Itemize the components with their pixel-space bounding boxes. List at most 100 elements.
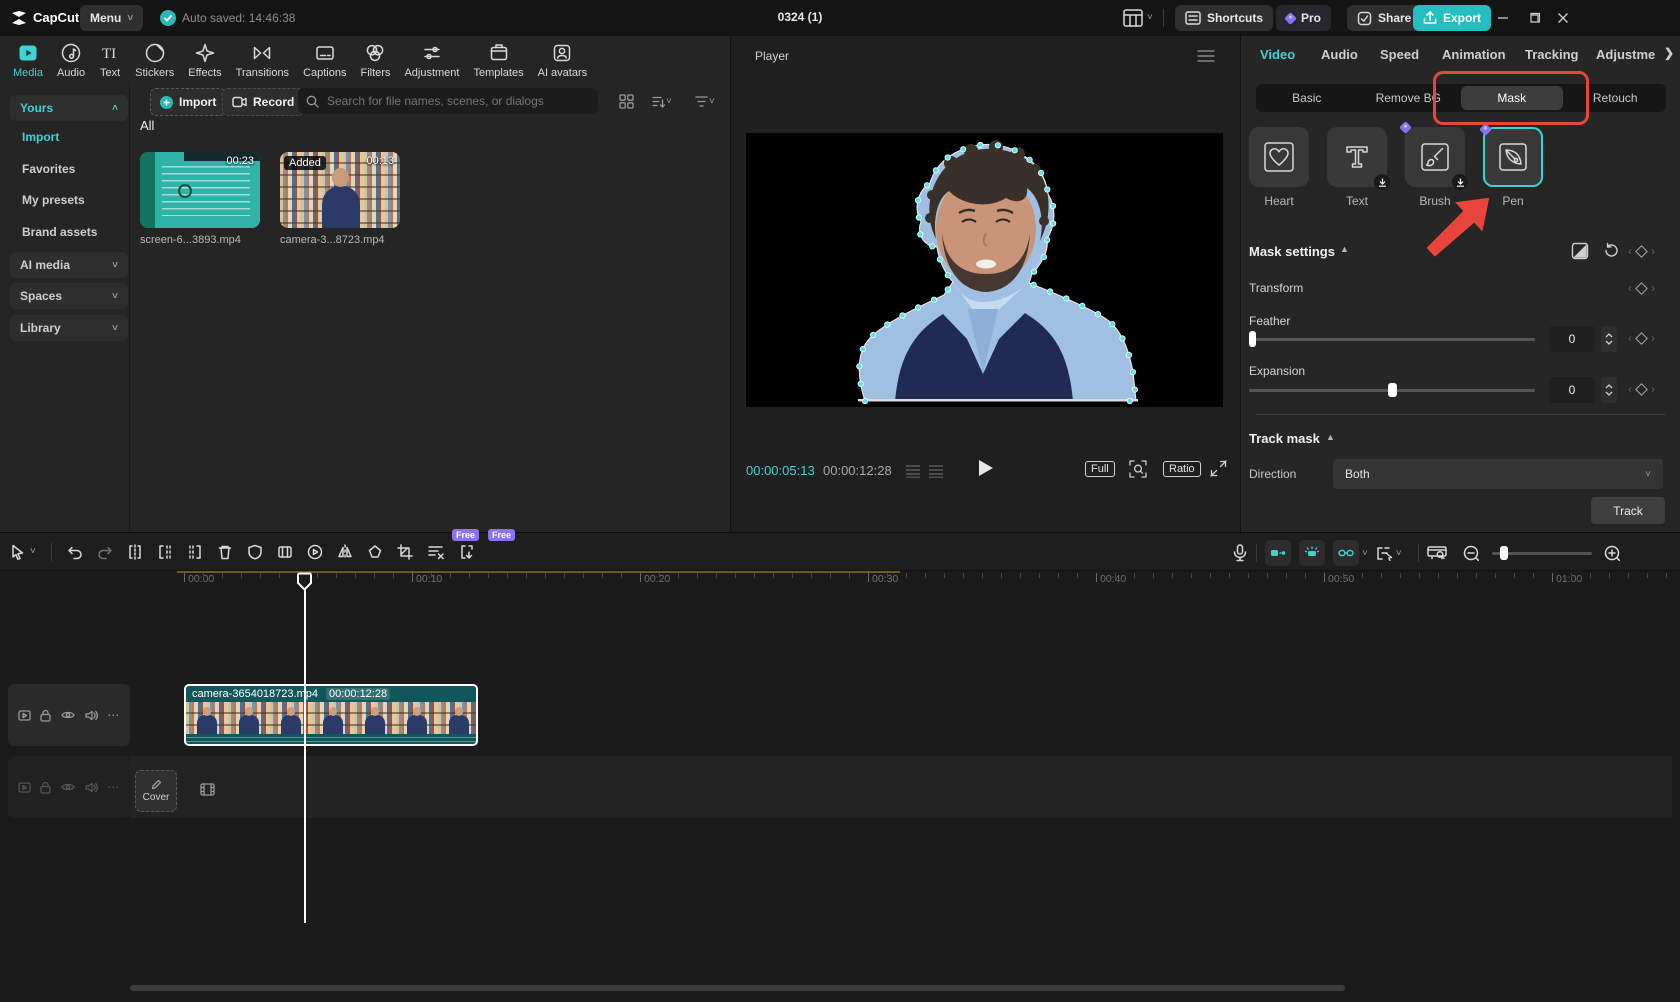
expansion-stepper[interactable] [1601,377,1617,403]
mask-point[interactable] [995,143,1000,148]
mask-point[interactable] [1080,303,1085,308]
mask-point[interactable] [860,346,865,351]
media-card-camera[interactable]: Added 00:13 [280,152,400,228]
speed-button[interactable] [307,544,323,560]
layout-chevron-icon[interactable]: ˅ [1147,12,1153,23]
full-button[interactable]: Full [1085,461,1115,477]
mask-point[interactable] [1038,170,1043,175]
fit-timeline-icon[interactable] [1427,546,1447,561]
mask-point[interactable] [1126,352,1131,357]
ribbon-item-templates[interactable]: Templates [466,40,530,81]
mask-point[interactable] [858,381,863,386]
keyframe-nav[interactable]: ‹› [1628,331,1655,345]
search-input[interactable] [325,93,579,109]
sidebar-item-brand-assets[interactable]: Brand assets [22,225,97,239]
pro-badge[interactable]: Pro [1276,5,1331,31]
clip-extract-button[interactable] [459,544,475,560]
feather-stepper[interactable] [1601,326,1617,352]
split-keep-right-button[interactable] [187,544,203,560]
ribbon-item-audio[interactable]: Audio [50,40,92,81]
grid-view-icon[interactable] [619,94,634,109]
tab-video[interactable]: Video [1260,47,1295,62]
keyframe-diamond-icon[interactable] [1635,383,1648,396]
split-keep-left-button[interactable] [157,544,173,560]
mask-point[interactable] [933,168,938,173]
chevron-down-icon[interactable]: ˅ [1396,548,1402,559]
eye-icon[interactable] [61,782,75,792]
ribbon-item-text[interactable]: TI Text [92,40,128,81]
redo-button[interactable] [97,544,113,560]
window-maximize-button[interactable] [1527,11,1541,25]
mask-shape-brush[interactable] [1405,127,1465,187]
mask-point[interactable] [978,142,983,147]
mask-point[interactable] [1127,398,1132,403]
zoom-in-icon[interactable] [1604,545,1621,562]
mask-point[interactable] [961,147,966,152]
layout-panels-icon[interactable] [1123,9,1143,27]
mask-point[interactable] [945,155,950,160]
collapse-arrow-icon[interactable]: ▲ [1340,244,1349,254]
speaker-icon[interactable] [85,782,98,793]
media-card-screen[interactable]: 00:23 [140,152,260,228]
mask-point[interactable] [870,332,875,337]
share-button[interactable]: Share [1347,5,1421,31]
mask-point[interactable] [930,244,935,249]
direction-dropdown[interactable]: Both ˅ [1333,459,1663,489]
mask-point[interactable] [1120,336,1125,341]
keyframe-diamond-icon[interactable] [1635,245,1648,258]
ribbon-item-stickers[interactable]: Stickers [128,40,181,81]
track-type-icon[interactable] [18,782,31,793]
ribbon-item-filters[interactable]: Filters [353,40,397,81]
lock-icon[interactable] [40,709,51,722]
mask-point[interactable] [918,232,923,237]
mask-point[interactable] [1045,187,1050,192]
feather-slider-thumb[interactable] [1249,331,1256,347]
mask-point[interactable] [945,287,950,292]
ribbon-item-effects[interactable]: Effects [181,40,228,81]
mask-point[interactable] [885,322,890,327]
undo-button[interactable] [67,544,83,560]
track-type-icon[interactable] [18,710,31,721]
mask-point[interactable] [931,297,936,302]
menu-button[interactable]: Menu˅ [80,5,143,31]
ribbon-item-adjustment[interactable]: Adjustment [397,40,466,81]
mirror-button[interactable] [337,544,353,560]
window-minimize-button[interactable] [1496,11,1510,25]
track-button[interactable]: Track [1591,497,1665,524]
zoom-slider-thumb[interactable] [1500,546,1508,560]
chevron-down-icon[interactable]: ˅ [1362,548,1368,559]
mask-point[interactable] [1132,387,1137,392]
mask-point[interactable] [1050,203,1055,208]
timeline-ruler[interactable]: 00:0000:1000:2000:3000:4000:5001:00 [0,571,1680,593]
keyframe-nav[interactable]: ‹› [1628,382,1655,396]
playhead-line[interactable] [304,573,306,923]
mask-point[interactable] [900,313,905,318]
expansion-slider-thumb[interactable] [1388,383,1397,397]
mask-point[interactable] [1027,157,1032,162]
shortcuts-button[interactable]: Shortcuts [1175,5,1273,31]
delete-button[interactable] [217,544,233,560]
mask-point[interactable] [915,198,920,203]
link-toggle[interactable] [1333,540,1359,566]
mask-shape-text[interactable] [1327,127,1387,187]
track-lane-2[interactable] [130,756,1672,818]
ratio-button[interactable]: Ratio [1163,461,1201,477]
mask-point[interactable] [1130,369,1135,374]
mask-point[interactable] [916,215,921,220]
keyframe-diamond-icon[interactable] [1635,332,1648,345]
track-more-icon[interactable]: ⋯ [107,708,120,722]
filter-control[interactable]: ˅ [694,94,715,109]
mask-point[interactable] [924,183,929,188]
keyframe-nav[interactable]: ‹› [1628,281,1655,295]
player-menu-icon[interactable] [1197,49,1215,63]
ribbon-item-transitions[interactable]: Transitions [229,40,296,81]
reset-icon[interactable] [1603,242,1620,259]
search-bar[interactable] [298,88,598,114]
sidebar-group-yours[interactable]: Yours˄ [10,95,128,121]
mask-point[interactable] [1012,148,1017,153]
crop-button[interactable] [397,544,413,560]
timeline-clip-camera[interactable]: camera-3654018723.mp4 00:00:12:28 [184,684,478,746]
sidebar-group-library[interactable]: Library˅ [10,315,128,341]
cover-button[interactable]: Cover [135,770,177,812]
track-mask-header[interactable]: Track mask [1249,431,1320,446]
